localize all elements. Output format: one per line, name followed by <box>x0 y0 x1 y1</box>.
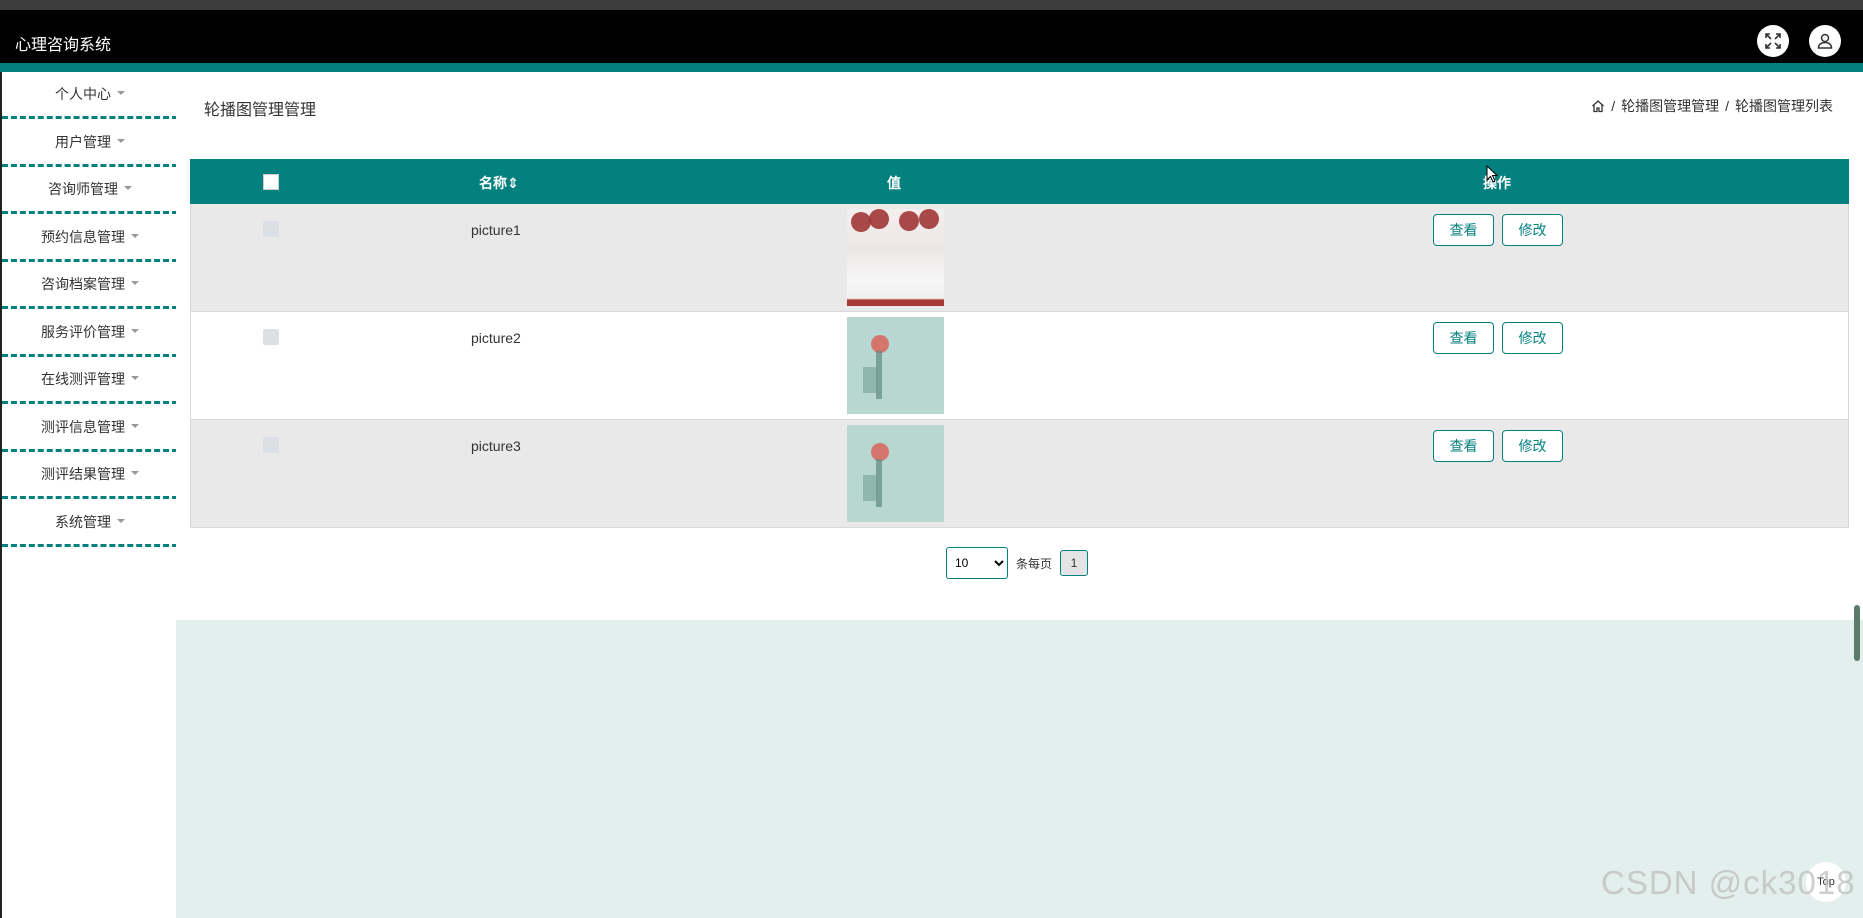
sidebar-item-service-reviews[interactable]: 服务评价管理 <box>2 310 178 357</box>
carousel-table: 名称⇕ 值 操作 picture1 查看 修改 picture2 查看 修改 p… <box>190 159 1849 528</box>
sidebar-item-assessment-info[interactable]: 测评信息管理 <box>2 405 178 452</box>
sidebar-item-user-management[interactable]: 用户管理 <box>2 120 178 167</box>
row-image-thumbnail <box>847 209 944 306</box>
sidebar-item-consult-records[interactable]: 咨询档案管理 <box>2 262 178 309</box>
edit-button[interactable]: 修改 <box>1502 430 1563 462</box>
column-header-name[interactable]: 名称⇕ <box>479 173 519 193</box>
caret-down-icon <box>131 328 139 333</box>
caret-down-icon <box>131 471 139 475</box>
breadcrumb: / 轮播图管理管理 / 轮播图管理列表 <box>1591 96 1833 116</box>
table-row: picture2 查看 修改 <box>190 312 1849 420</box>
caret-down-icon <box>131 376 139 380</box>
caret-down-icon <box>117 518 125 523</box>
sidebar-menu: 个人中心 用户管理 咨询师管理 预约信息管理 咨询档案管理 服务评价管理 在线测… <box>0 72 178 918</box>
watermark: CSDN @ck3018 <box>1601 864 1856 901</box>
column-header-label: 名称 <box>479 175 507 191</box>
caret-down-icon <box>117 138 125 143</box>
sidebar-item-label: 咨询档案管理 <box>41 276 125 292</box>
sidebar-item-online-assessment[interactable]: 在线测评管理 <box>2 357 178 404</box>
table-row: picture1 查看 修改 <box>190 204 1849 312</box>
app-title: 心理咨询系统 <box>15 37 112 54</box>
sort-icon[interactable]: ⇕ <box>507 175 519 191</box>
mouse-cursor-icon <box>1486 165 1498 183</box>
user-button[interactable] <box>1809 25 1841 57</box>
table-header: 名称⇕ 值 操作 <box>190 159 1849 204</box>
fullscreen-button[interactable] <box>1757 25 1789 57</box>
page-size-select[interactable]: 10 <box>946 547 1008 579</box>
sidebar-item-assessment-results[interactable]: 测评结果管理 <box>2 452 178 499</box>
sidebar-item-counselor-management[interactable]: 咨询师管理 <box>2 167 178 214</box>
column-header-value: 值 <box>887 175 901 191</box>
user-icon <box>1817 33 1833 49</box>
view-button[interactable]: 查看 <box>1433 214 1494 246</box>
row-checkbox[interactable] <box>263 437 279 453</box>
row-name: picture2 <box>471 330 521 346</box>
sidebar-item-system-management[interactable]: 系统管理 <box>2 500 178 547</box>
sidebar-item-label: 用户管理 <box>55 133 111 150</box>
sidebar-item-label: 咨询师管理 <box>48 181 118 197</box>
sidebar-item-label: 系统管理 <box>55 513 111 530</box>
caret-down-icon <box>131 423 139 428</box>
sidebar-item-label: 服务评价管理 <box>41 323 125 340</box>
sidebar-item-label: 个人中心 <box>55 86 111 102</box>
row-image-thumbnail <box>847 317 944 414</box>
row-name: picture1 <box>471 222 521 238</box>
row-checkbox[interactable] <box>263 329 279 345</box>
accent-bar <box>0 63 1863 72</box>
sidebar-item-appointment-management[interactable]: 预约信息管理 <box>2 215 178 262</box>
edit-button[interactable]: 修改 <box>1502 322 1563 354</box>
caret-down-icon <box>131 281 139 285</box>
row-name: picture3 <box>471 438 521 454</box>
scrollbar-thumb[interactable] <box>1854 605 1860 661</box>
window-top-strip <box>0 0 1863 10</box>
page-title: 轮播图管理管理 <box>204 102 317 119</box>
caret-down-icon <box>131 233 139 238</box>
sidebar-item-label: 在线测评管理 <box>41 371 125 387</box>
view-button[interactable]: 查看 <box>1433 430 1494 462</box>
per-page-label: 条每页 <box>1016 556 1053 571</box>
view-button[interactable]: 查看 <box>1433 322 1494 354</box>
row-checkbox[interactable] <box>263 221 279 237</box>
breadcrumb-separator: / <box>1725 98 1729 114</box>
home-icon[interactable] <box>1591 99 1605 113</box>
row-image-thumbnail <box>847 425 944 522</box>
page-number-button[interactable]: 1 <box>1060 550 1089 576</box>
edit-button[interactable]: 修改 <box>1502 214 1563 246</box>
sidebar-item-label: 测评结果管理 <box>41 466 125 482</box>
top-navbar <box>0 10 1863 63</box>
breadcrumb-level1[interactable]: 轮播图管理管理 <box>1621 96 1719 116</box>
sidebar-item-personal-center[interactable]: 个人中心 <box>2 72 178 119</box>
caret-down-icon <box>124 186 132 190</box>
caret-down-icon <box>117 91 125 95</box>
select-all-checkbox[interactable] <box>263 174 279 190</box>
sidebar-item-label: 测评信息管理 <box>41 418 125 435</box>
expand-icon <box>1765 33 1781 49</box>
breadcrumb-separator: / <box>1611 98 1616 114</box>
table-row: picture3 查看 修改 <box>190 420 1849 528</box>
breadcrumb-level2: 轮播图管理列表 <box>1735 98 1833 114</box>
pagination: 10 条每页 1 <box>946 547 1089 579</box>
sidebar-item-label: 预约信息管理 <box>41 228 125 245</box>
